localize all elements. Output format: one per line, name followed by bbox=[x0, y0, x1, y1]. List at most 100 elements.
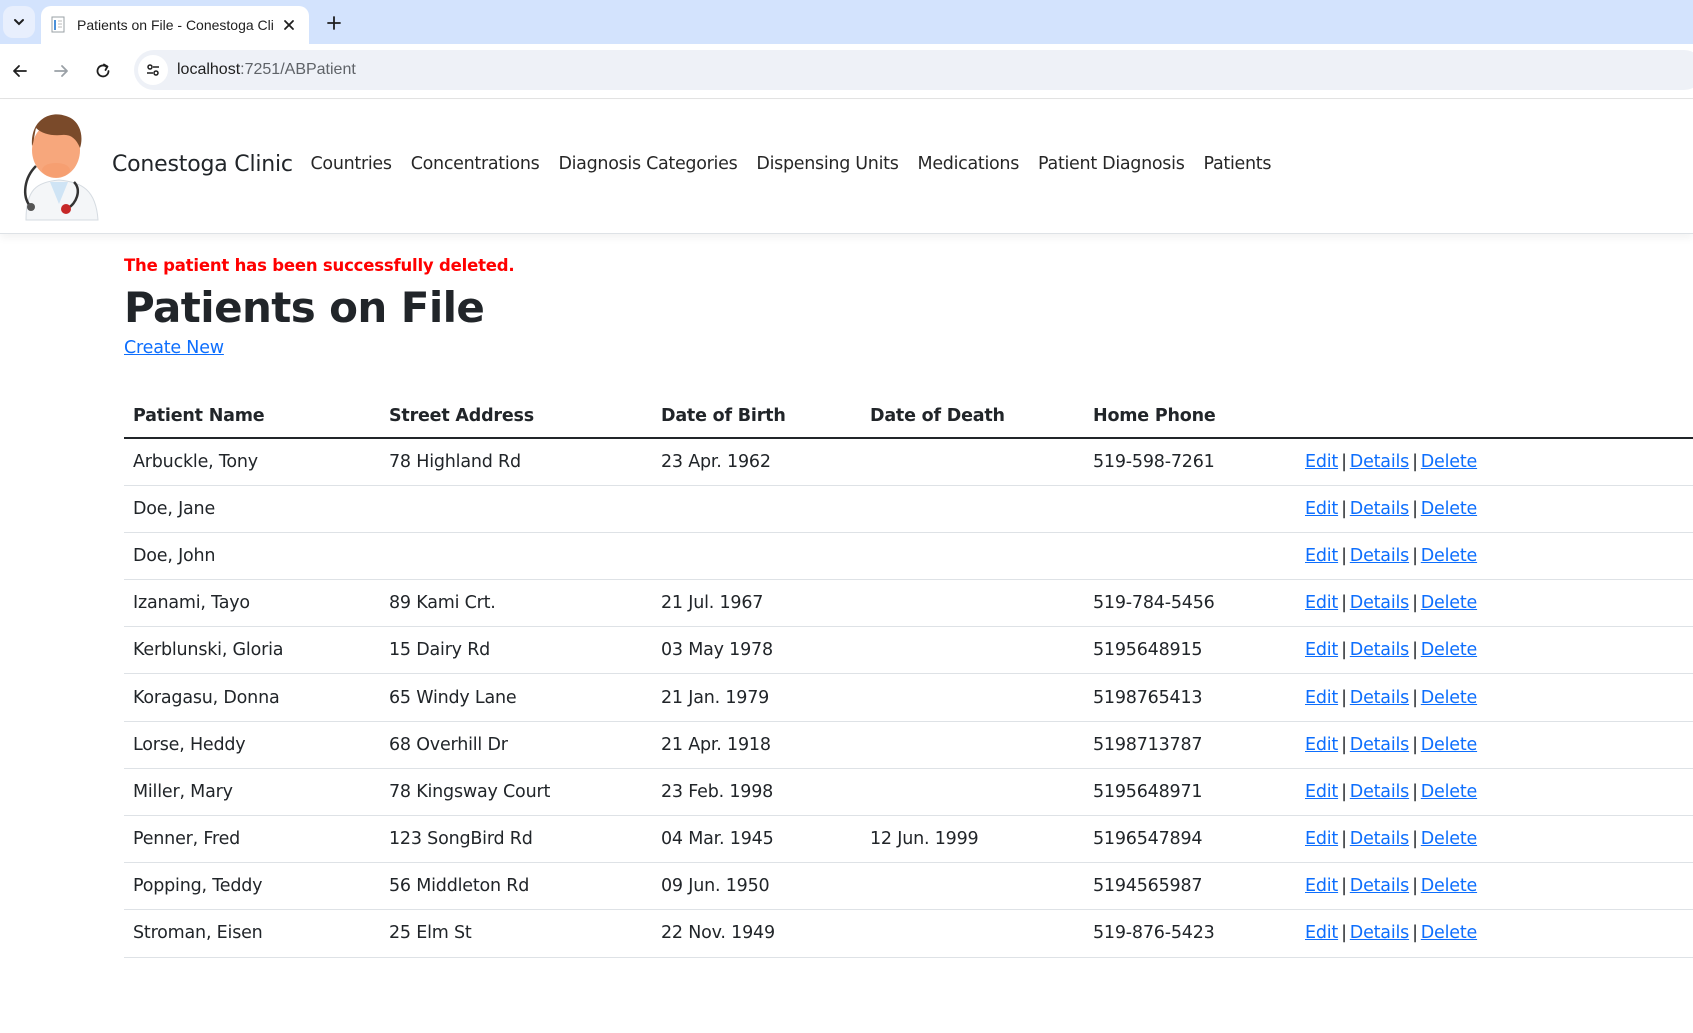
back-button[interactable] bbox=[6, 57, 34, 85]
table-row: Lorse, Heddy 68 Overhill Dr 21 Apr. 1918 51… bbox=[124, 721, 1693, 769]
edit-link[interactable]: Edit bbox=[1305, 546, 1338, 566]
edit-link[interactable]: Edit bbox=[1305, 782, 1338, 802]
table-row: Doe, Jane Edit | Details | Delete bbox=[124, 485, 1693, 533]
header-home-phone: Home Phone bbox=[1084, 394, 1296, 439]
tab-title: Patients on File - Conestoga Clinic bbox=[77, 17, 274, 33]
cell-street-address: 78 Highland Rd bbox=[380, 438, 652, 486]
new-tab-button[interactable] bbox=[320, 10, 348, 36]
action-separator: | bbox=[1412, 829, 1418, 850]
delete-link[interactable]: Delete bbox=[1421, 688, 1478, 708]
delete-link[interactable]: Delete bbox=[1421, 640, 1478, 660]
delete-link[interactable]: Delete bbox=[1421, 546, 1478, 566]
edit-link[interactable]: Edit bbox=[1305, 593, 1338, 613]
brand-link[interactable]: Conestoga Clinic bbox=[112, 152, 293, 177]
url-path: :7251/ABPatient bbox=[240, 61, 356, 78]
cell-date-of-birth: 04 Mar. 1945 bbox=[652, 815, 861, 864]
patients-table: Patient Name Street Address Date of Birt… bbox=[124, 394, 1693, 958]
site-info-button[interactable] bbox=[138, 55, 168, 85]
cell-street-address: 56 Middleton Rd bbox=[380, 862, 652, 911]
nav-link-patients[interactable]: Patients bbox=[1194, 154, 1281, 174]
delete-link[interactable]: Delete bbox=[1421, 782, 1478, 802]
cell-patient-name: Doe, Jane bbox=[124, 485, 380, 533]
cell-home-phone bbox=[1084, 485, 1296, 533]
cell-actions: Edit | Details | Delete bbox=[1296, 815, 1693, 864]
forward-arrow-icon bbox=[54, 65, 68, 77]
chevron-down-icon bbox=[14, 19, 24, 26]
details-link[interactable]: Details bbox=[1350, 452, 1409, 472]
cell-home-phone: 5198713787 bbox=[1084, 721, 1296, 769]
cell-street-address: 123 SongBird Rd bbox=[380, 815, 652, 864]
edit-link[interactable]: Edit bbox=[1305, 876, 1338, 896]
delete-link[interactable]: Delete bbox=[1421, 499, 1478, 519]
success-alert: The patient has been successfully delete… bbox=[124, 256, 515, 275]
action-separator: | bbox=[1412, 923, 1418, 944]
cell-street-address: 78 Kingsway Court bbox=[380, 768, 652, 817]
action-separator: | bbox=[1341, 829, 1347, 850]
cell-date-of-death bbox=[861, 485, 1084, 533]
details-link[interactable]: Details bbox=[1350, 735, 1409, 755]
action-separator: | bbox=[1341, 781, 1347, 802]
cell-home-phone: 5195648915 bbox=[1084, 626, 1296, 675]
cell-date-of-birth: 09 Jun. 1950 bbox=[652, 862, 861, 911]
edit-link[interactable]: Edit bbox=[1305, 923, 1338, 943]
tab-search-button[interactable] bbox=[3, 6, 35, 38]
action-separator: | bbox=[1412, 545, 1418, 566]
details-link[interactable]: Details bbox=[1350, 876, 1409, 896]
action-separator: | bbox=[1341, 687, 1347, 708]
cell-date-of-birth: 21 Apr. 1918 bbox=[652, 721, 861, 769]
details-link[interactable]: Details bbox=[1350, 782, 1409, 802]
page-title: Patients on File bbox=[124, 283, 485, 332]
browser-tab-active[interactable]: Patients on File - Conestoga Clinic bbox=[41, 6, 309, 44]
details-link[interactable]: Details bbox=[1350, 688, 1409, 708]
details-link[interactable]: Details bbox=[1350, 593, 1409, 613]
cell-actions: Edit | Details | Delete bbox=[1296, 532, 1693, 581]
cell-street-address: 89 Kami Crt. bbox=[380, 579, 652, 628]
cell-actions: Edit | Details | Delete bbox=[1296, 673, 1693, 722]
edit-link[interactable]: Edit bbox=[1305, 640, 1338, 660]
cell-date-of-death bbox=[861, 626, 1084, 675]
forward-button[interactable] bbox=[47, 57, 75, 85]
edit-link[interactable]: Edit bbox=[1305, 688, 1338, 708]
details-link[interactable]: Details bbox=[1350, 546, 1409, 566]
reload-button[interactable] bbox=[89, 57, 117, 85]
delete-link[interactable]: Delete bbox=[1421, 876, 1478, 896]
table-row: Stroman, Eisen 25 Elm St 22 Nov. 1949 519-8… bbox=[124, 909, 1693, 958]
create-new-link[interactable]: Create New bbox=[124, 338, 224, 358]
cell-actions: Edit | Details | Delete bbox=[1296, 579, 1693, 628]
address-bar[interactable]: localhost:7251/ABPatient bbox=[134, 50, 1693, 90]
nav-link-medications[interactable]: Medications bbox=[908, 154, 1029, 174]
details-link[interactable]: Details bbox=[1350, 640, 1409, 660]
cell-patient-name: Penner, Fred bbox=[124, 815, 380, 864]
delete-link[interactable]: Delete bbox=[1421, 593, 1478, 613]
edit-link[interactable]: Edit bbox=[1305, 829, 1338, 849]
nav-link-concentrations[interactable]: Concentrations bbox=[401, 154, 549, 174]
delete-link[interactable]: Delete bbox=[1421, 829, 1478, 849]
cell-actions: Edit | Details | Delete bbox=[1296, 862, 1693, 911]
delete-link[interactable]: Delete bbox=[1421, 735, 1478, 755]
nav-link-patient-diagnosis[interactable]: Patient Diagnosis bbox=[1029, 154, 1194, 174]
site-navbar: Conestoga Clinic Countries Concentration… bbox=[0, 100, 1693, 234]
edit-link[interactable]: Edit bbox=[1305, 452, 1338, 472]
edit-link[interactable]: Edit bbox=[1305, 735, 1338, 755]
cell-street-address: 65 Windy Lane bbox=[380, 673, 652, 722]
cell-patient-name: Izanami, Tayo bbox=[124, 579, 380, 628]
cell-home-phone: 5195648971 bbox=[1084, 768, 1296, 817]
details-link[interactable]: Details bbox=[1350, 923, 1409, 943]
delete-link[interactable]: Delete bbox=[1421, 452, 1478, 472]
delete-link[interactable]: Delete bbox=[1421, 923, 1478, 943]
edit-link[interactable]: Edit bbox=[1305, 499, 1338, 519]
nav-link-dispensing-units[interactable]: Dispensing Units bbox=[747, 154, 908, 174]
action-separator: | bbox=[1412, 498, 1418, 519]
cell-date-of-death bbox=[861, 438, 1084, 486]
action-separator: | bbox=[1341, 545, 1347, 566]
cell-date-of-birth: 23 Feb. 1998 bbox=[652, 768, 861, 817]
header-date-of-death: Date of Death bbox=[861, 394, 1084, 439]
tab-close-button[interactable] bbox=[279, 15, 299, 35]
details-link[interactable]: Details bbox=[1350, 499, 1409, 519]
cell-patient-name: Koragasu, Donna bbox=[124, 673, 380, 722]
details-link[interactable]: Details bbox=[1350, 829, 1409, 849]
close-icon bbox=[284, 20, 294, 30]
action-separator: | bbox=[1341, 640, 1347, 661]
nav-link-countries[interactable]: Countries bbox=[301, 154, 401, 174]
nav-link-diagnosis-categories[interactable]: Diagnosis Categories bbox=[549, 154, 747, 174]
